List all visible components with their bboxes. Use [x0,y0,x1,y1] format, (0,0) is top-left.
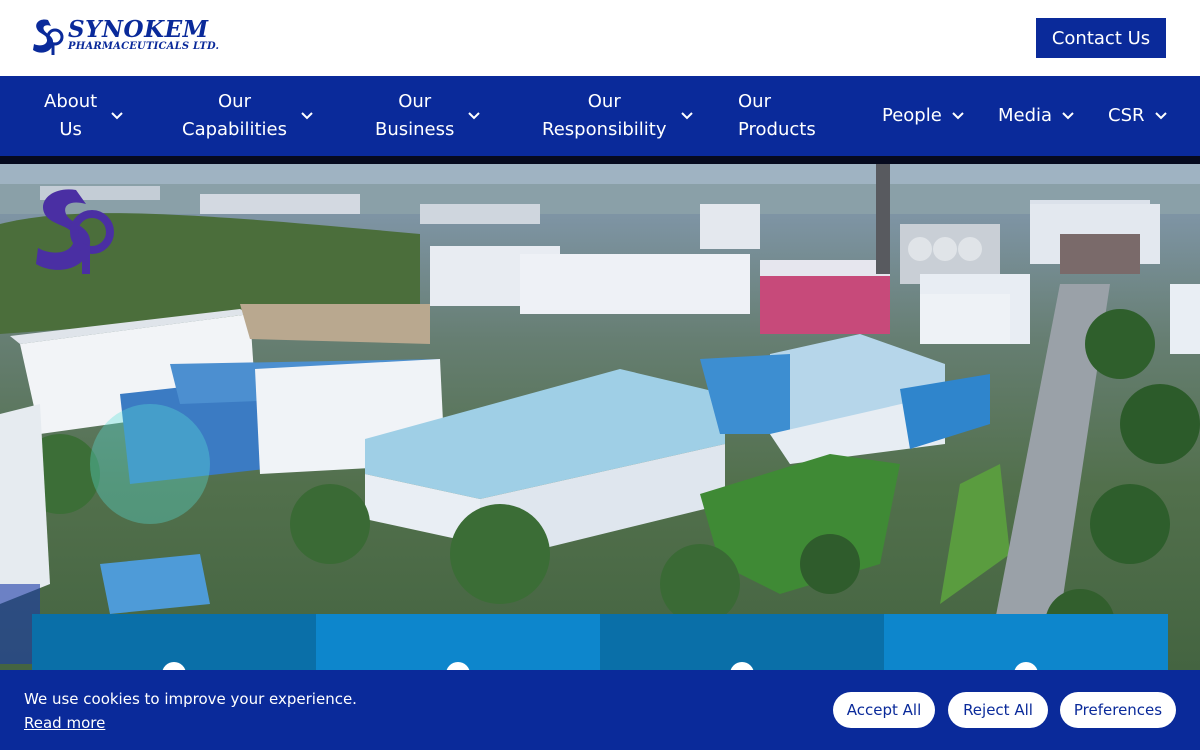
nav-label: Our Business [375,91,455,140]
chevron-down-icon [1154,112,1167,120]
cookie-read-more-link[interactable]: Read more [24,713,105,733]
chevron-down-icon [301,112,313,120]
nav-item-our-products[interactable]: Our Products [738,76,816,156]
nav-item-our-business[interactable]: Our Business [375,76,481,156]
cookie-message: We use cookies to improve your experienc… [24,690,357,708]
synokem-logo-icon [33,19,64,55]
nav-label: About Us [44,91,98,140]
hero-banner [0,164,1200,750]
top-header: SYNOKEM PHARMACEUTICALS LTD. Contact Us [0,0,1200,76]
chevron-down-icon [680,112,693,120]
nav-label: Our Responsibility [542,91,667,140]
nav-item-our-capabilities[interactable]: Our Capabilities [182,76,313,156]
nav-item-our-responsibility[interactable]: Our Responsibility [542,76,693,156]
synokem-logo[interactable]: SYNOKEM PHARMACEUTICALS LTD. [30,17,219,59]
chevron-down-icon [1062,112,1074,120]
chevron-down-icon [468,112,481,120]
nav-label: People [882,105,942,126]
nav-shadow-band [0,156,1200,164]
logo-subtitle: PHARMACEUTICALS LTD. [68,41,220,52]
nav-item-about-us[interactable]: About Us [44,76,123,156]
nav-item-people[interactable]: People [882,76,964,156]
contact-us-button[interactable]: Contact Us [1036,18,1166,58]
synokem-logo-icon [36,189,114,274]
nav-item-csr[interactable]: CSR [1108,76,1167,156]
main-nav: About Us Our Capabilities Our Business O… [0,76,1200,156]
chevron-down-icon [952,112,964,120]
nav-label: CSR [1108,105,1145,126]
nav-label: Our Capabilities [182,91,287,140]
nav-label: Our Products [738,91,816,140]
nav-label: Media [998,105,1053,126]
logo-name: SYNOKEM [68,16,209,43]
reject-all-button[interactable]: Reject All [948,692,1048,728]
nav-item-media[interactable]: Media [998,76,1074,156]
chevron-down-icon [111,112,123,120]
preferences-button[interactable]: Preferences [1060,692,1176,728]
accept-all-button[interactable]: Accept All [833,692,935,728]
cookie-banner: We use cookies to improve your experienc… [0,670,1200,750]
